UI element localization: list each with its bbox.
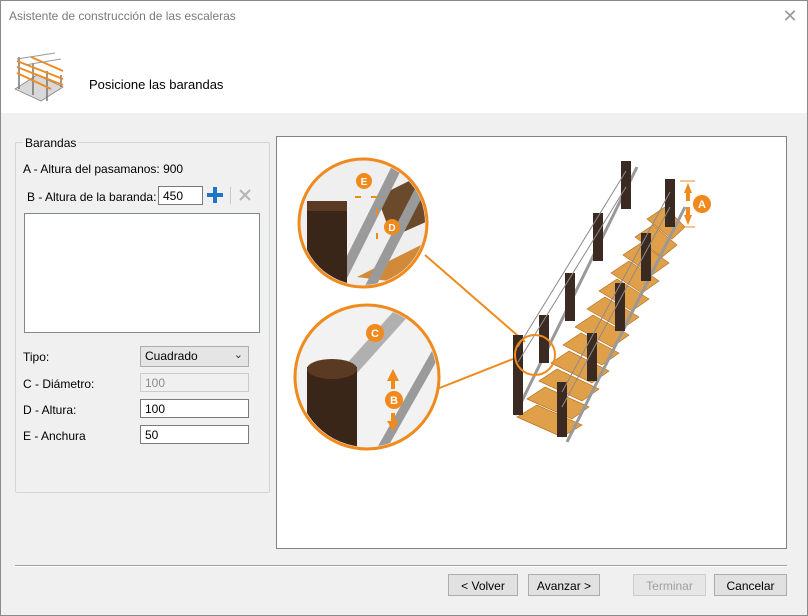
- page-title: Posicione las barandas: [89, 77, 224, 92]
- staircase-drawing: A: [513, 161, 711, 443]
- diameter-input: [140, 373, 249, 392]
- illustration-panel: A E D C B: [276, 136, 787, 549]
- type-select[interactable]: Cuadrado ⌄: [140, 346, 249, 367]
- chevron-down-icon: ⌄: [233, 349, 243, 361]
- cancel-button[interactable]: Cancelar: [714, 574, 787, 596]
- type-select-value: Cuadrado: [145, 349, 198, 363]
- detail-magnifier-top: E D: [297, 157, 429, 289]
- window-title: Asistente de construcción de las escaler…: [9, 9, 236, 23]
- height-input[interactable]: [140, 399, 249, 418]
- svg-text:D: D: [388, 223, 395, 234]
- svg-text:C: C: [371, 328, 379, 340]
- railing-height-label: B - Altura de la baranda:: [27, 190, 157, 204]
- type-label: Tipo:: [23, 350, 50, 364]
- svg-text:E: E: [361, 177, 368, 188]
- railing-height-input[interactable]: [158, 186, 203, 205]
- footer-separator: [15, 565, 787, 566]
- width-input[interactable]: [140, 425, 249, 444]
- railings-group-legend: Barandas: [23, 136, 79, 150]
- close-icon[interactable]: [237, 187, 253, 203]
- finish-button: Terminar: [633, 574, 706, 596]
- back-button[interactable]: < Volver: [448, 574, 518, 596]
- close-button[interactable]: ✕: [781, 7, 799, 25]
- plus-icon[interactable]: [206, 186, 224, 204]
- railing-list[interactable]: [24, 213, 260, 333]
- diameter-label: C - Diámetro:: [23, 377, 95, 391]
- toolbar-separator: [230, 187, 231, 204]
- handrail-height-label: A - Altura del pasamanos: 900: [23, 162, 184, 176]
- wizard-window: Asistente de construcción de las escaler…: [0, 0, 808, 616]
- title-bar: Asistente de construcción de las escaler…: [1, 1, 807, 31]
- detail-magnifier-bottom: C B: [293, 303, 441, 451]
- stair-wizard-icon: [14, 52, 64, 102]
- svg-text:B: B: [390, 395, 398, 407]
- width-label: E - Anchura: [23, 429, 86, 443]
- next-button[interactable]: Avanzar >: [528, 574, 600, 596]
- height-label: D - Altura:: [23, 403, 77, 417]
- staircase-illustration: A E D C B: [293, 157, 711, 451]
- wizard-header: Posicione las barandas: [1, 31, 807, 113]
- svg-text:A: A: [698, 199, 706, 211]
